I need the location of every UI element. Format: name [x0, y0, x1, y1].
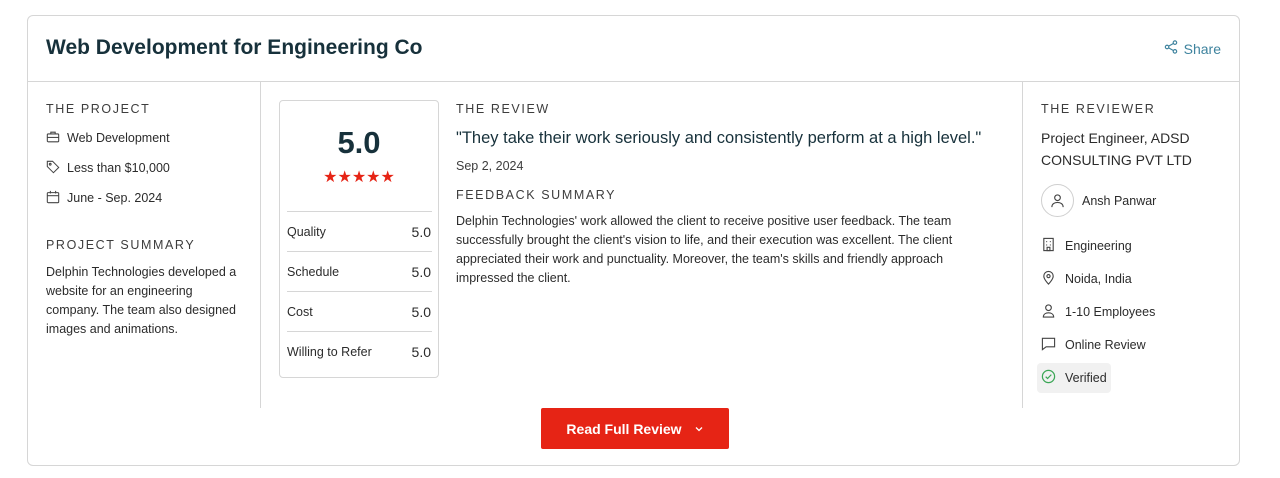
- verified-text: Verified: [1065, 371, 1107, 385]
- project-dates: June - Sep. 2024: [46, 190, 246, 206]
- reviewer-industry-text: Engineering: [1065, 239, 1132, 253]
- review-date: Sep 2, 2024: [456, 159, 524, 173]
- review-column: THE REVIEW "They take their work serious…: [456, 102, 1016, 288]
- review-quote: "They take their work seriously and cons…: [456, 129, 982, 147]
- user-icon: [1041, 303, 1056, 321]
- read-full-review-label: Read Full Review: [566, 420, 682, 437]
- review-title: Web Development for Engineering Co: [46, 36, 423, 59]
- score-label: Quality: [287, 224, 326, 239]
- reviewer-industry: Engineering: [1041, 235, 1231, 257]
- rating-box: 5.0 ★★★★★ Quality 5.0 Schedule 5.0 Cost …: [279, 100, 439, 378]
- reviewer-review-type: Online Review: [1041, 334, 1231, 356]
- reviewer-review-type-text: Online Review: [1065, 338, 1146, 352]
- read-full-review-button[interactable]: Read Full Review: [541, 408, 729, 449]
- score-row-willing-to-refer: Willing to Refer 5.0: [287, 331, 432, 371]
- review-label: THE REVIEW: [456, 102, 550, 116]
- score-label: Willing to Refer: [287, 344, 372, 359]
- share-icon: [1164, 40, 1178, 57]
- reviewer-company-size: 1-10 Employees: [1041, 301, 1231, 323]
- reviewer-location-text: Noida, India: [1065, 272, 1132, 286]
- project-label: THE PROJECT: [46, 102, 151, 116]
- reviewer-column: THE REVIEWER Project Engineer, ADSD CONS…: [1037, 102, 1231, 393]
- project-service: Web Development: [46, 130, 246, 146]
- reviewer-label: THE REVIEWER: [1041, 102, 1156, 116]
- score-row-quality: Quality 5.0: [287, 211, 432, 251]
- column-divider: [260, 82, 261, 408]
- review-card: Web Development for Engineering Co Share…: [27, 15, 1240, 466]
- overall-rating: 5.0: [337, 125, 381, 160]
- score-row-schedule: Schedule 5.0: [287, 251, 432, 291]
- review-header: Web Development for Engineering Co Share: [28, 16, 1239, 82]
- reviewer-title: Project Engineer, ADSD CONSULTING PVT LT…: [1041, 130, 1192, 168]
- reviewer-company-size-text: 1-10 Employees: [1065, 305, 1156, 319]
- star-rating: ★★★★★: [323, 169, 395, 186]
- building-icon: [1041, 237, 1056, 255]
- chat-bubble-icon: [1041, 336, 1056, 354]
- chevron-down-icon: [694, 421, 704, 437]
- tag-icon: [46, 160, 60, 177]
- score-value: 5.0: [411, 303, 431, 320]
- avatar: [1041, 184, 1074, 217]
- reviewer-location: Noida, India: [1041, 268, 1231, 290]
- project-dates-text: June - Sep. 2024: [67, 191, 163, 205]
- verified-badge: Verified: [1037, 363, 1111, 393]
- reviewer-person: Ansh Panwar: [1041, 184, 1231, 217]
- score-value: 5.0: [411, 343, 431, 360]
- share-button[interactable]: Share: [1164, 40, 1221, 57]
- briefcase-icon: [46, 130, 60, 147]
- user-icon: [1051, 194, 1064, 208]
- project-summary-label: PROJECT SUMMARY: [46, 238, 196, 252]
- project-service-text: Web Development: [67, 131, 170, 145]
- share-label: Share: [1183, 40, 1221, 57]
- score-label: Cost: [287, 304, 313, 319]
- location-pin-icon: [1041, 270, 1056, 288]
- feedback-summary-text: Delphin Technologies' work allowed the c…: [456, 214, 953, 285]
- reviewer-name: Ansh Panwar: [1082, 193, 1157, 208]
- project-summary-text: Delphin Technologies developed a website…: [46, 265, 237, 336]
- check-circle-icon: [1041, 369, 1056, 387]
- score-value: 5.0: [411, 223, 431, 240]
- calendar-icon: [46, 190, 60, 207]
- project-budget-text: Less than $10,000: [67, 161, 170, 175]
- project-budget: Less than $10,000: [46, 160, 246, 176]
- score-value: 5.0: [411, 263, 431, 280]
- feedback-summary-label: FEEDBACK SUMMARY: [456, 188, 617, 202]
- score-row-cost: Cost 5.0: [287, 291, 432, 331]
- project-column: THE PROJECT Web Development Less than $1…: [46, 102, 246, 339]
- score-label: Schedule: [287, 264, 340, 279]
- column-divider: [1022, 82, 1023, 408]
